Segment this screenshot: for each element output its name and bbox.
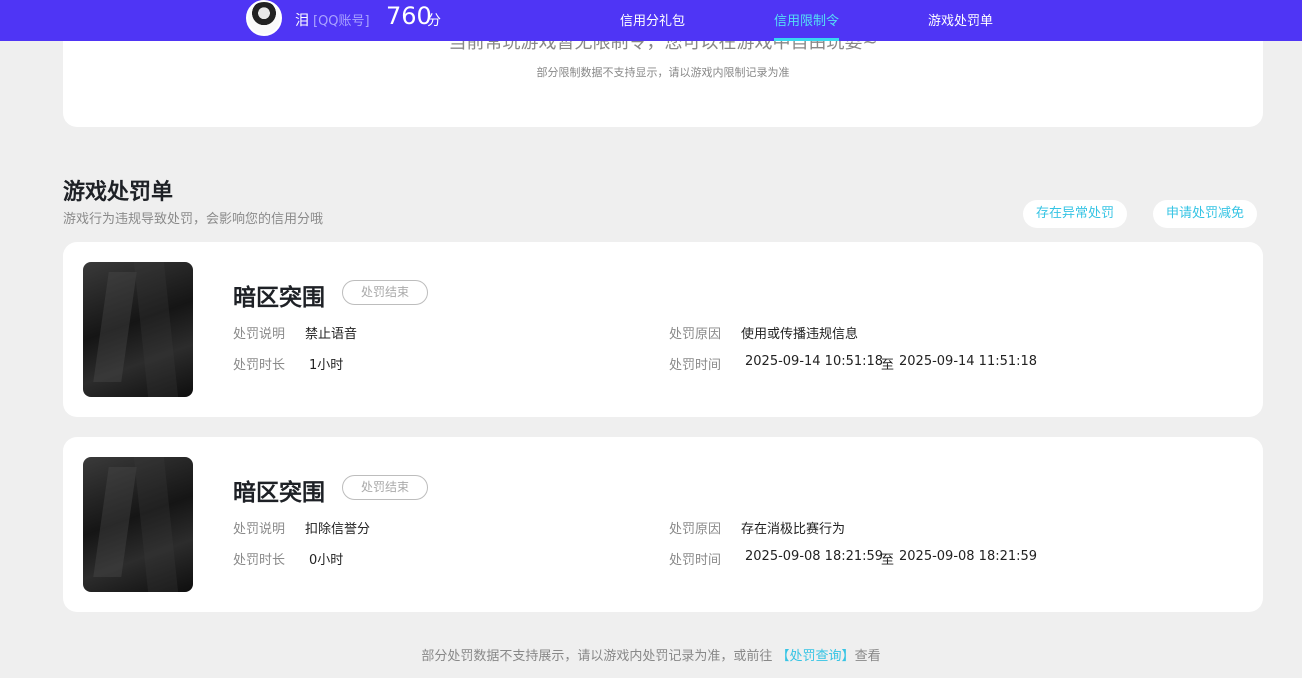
game-cover-image	[83, 262, 193, 397]
report-abnormal-penalty-button[interactable]: 存在异常处罚	[1023, 200, 1128, 228]
top-bar: 泪 [QQ账号] 760 分 信用分礼包 信用限制令 游戏处罚单	[0, 0, 1302, 41]
credit-score-unit: 分	[427, 13, 441, 29]
game-cover-image	[83, 457, 193, 592]
time-separator: 至	[881, 358, 895, 373]
status-badge: 处罚结束	[342, 280, 428, 305]
game-title: 暗区突围	[233, 480, 325, 506]
footer-text-end: 查看	[854, 649, 881, 664]
footer-text: 部分处罚数据不支持展示，请以游戏内处罚记录为准，或前往	[421, 649, 777, 664]
duration-label: 处罚时长	[233, 358, 286, 373]
time-separator: 至	[881, 553, 895, 568]
credit-score: 760	[386, 2, 432, 30]
game-title: 暗区突围	[233, 285, 325, 311]
time-start: 2025-09-14 10:51:18	[745, 354, 884, 369]
time-end: 2025-09-08 18:21:59	[899, 549, 1038, 564]
tab-penalty-list[interactable]: 游戏处罚单	[928, 10, 993, 41]
tab-restriction-order[interactable]: 信用限制令	[774, 10, 840, 41]
time-label: 处罚时间	[669, 553, 722, 568]
username: 泪	[295, 13, 309, 29]
duration-value: 0小时	[309, 553, 344, 568]
footer-note: 部分处罚数据不支持展示，请以游戏内处罚记录为准，或前往 【处罚查询】查看	[0, 645, 1302, 664]
description-value: 扣除信誉分	[305, 522, 371, 537]
penalty-query-link[interactable]: 【处罚查询】	[777, 649, 855, 664]
penalty-card: 暗区突围 处罚结束 处罚说明 禁止语音 处罚时长 1小时 处罚原因 使用或传播违…	[63, 242, 1263, 417]
reason-value: 存在消极比赛行为	[741, 522, 846, 537]
section-subtitle: 游戏行为违规导致处罚，会影响您的信用分哦	[63, 212, 324, 227]
description-label: 处罚说明	[233, 522, 286, 537]
description-value: 禁止语音	[305, 327, 358, 342]
reason-label: 处罚原因	[669, 327, 722, 342]
time-label: 处罚时间	[669, 358, 722, 373]
duration-label: 处罚时长	[233, 553, 286, 568]
reason-label: 处罚原因	[669, 522, 722, 537]
time-start: 2025-09-08 18:21:59	[745, 549, 884, 564]
avatar[interactable]	[246, 0, 282, 36]
restriction-note: 部分限制数据不支持显示，请以游戏内限制记录为准	[536, 66, 790, 79]
apply-penalty-reduction-button[interactable]: 申请处罚减免	[1153, 200, 1258, 228]
description-label: 处罚说明	[233, 327, 286, 342]
duration-value: 1小时	[309, 358, 344, 373]
status-badge: 处罚结束	[342, 475, 428, 500]
account-type: [QQ账号]	[313, 14, 370, 29]
reason-value: 使用或传播违规信息	[741, 327, 859, 342]
time-end: 2025-09-14 11:51:18	[899, 354, 1038, 369]
penalty-card: 暗区突围 处罚结束 处罚说明 扣除信誉分 处罚时长 0小时 处罚原因 存在消极比…	[63, 437, 1263, 612]
section-title: 游戏处罚单	[63, 180, 174, 205]
tab-gift-pack[interactable]: 信用分礼包	[620, 10, 685, 41]
